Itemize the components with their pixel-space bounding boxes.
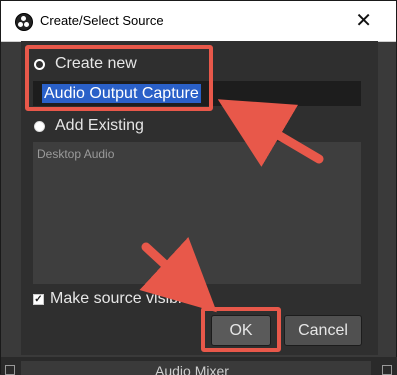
add-existing-label: Add Existing (55, 117, 144, 134)
add-existing-radio[interactable] (34, 120, 45, 132)
create-select-source-dialog: Create/Select Source ✕ Create new Audio … (0, 0, 397, 375)
audio-mixer-panel: Audio Mixer (21, 361, 371, 375)
add-existing-option[interactable]: Add Existing (34, 117, 144, 135)
close-icon[interactable]: ✕ (355, 8, 372, 32)
make-visible-option[interactable]: ✓ Make source visible (33, 290, 191, 308)
list-item[interactable]: Desktop Audio (37, 147, 114, 161)
cancel-button[interactable]: Cancel (284, 315, 362, 346)
existing-sources-list[interactable]: Desktop Audio (33, 142, 361, 284)
annotation-box-create-new (25, 45, 213, 111)
title-bar: Create/Select Source ✕ (1, 1, 396, 42)
window-title: Create/Select Source (40, 13, 164, 28)
make-visible-label: Make source visible (50, 290, 191, 307)
audio-mixer-title: Audio Mixer (155, 363, 229, 375)
make-visible-checkbox[interactable]: ✓ (33, 293, 44, 305)
annotation-box-ok (201, 307, 281, 352)
obs-logo-icon (15, 13, 33, 31)
